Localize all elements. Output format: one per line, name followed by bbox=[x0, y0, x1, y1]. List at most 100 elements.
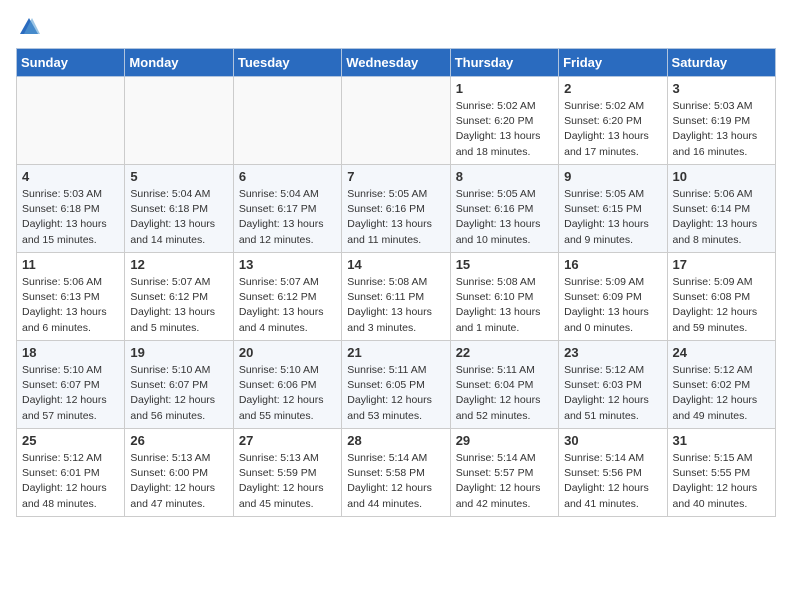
day-number: 14 bbox=[347, 257, 444, 272]
calendar-week-row: 18 Sunrise: 5:10 AMSunset: 6:07 PMDayligh… bbox=[17, 341, 776, 429]
weekday-header-sunday: Sunday bbox=[17, 49, 125, 77]
calendar-cell: 28 Sunrise: 5:14 AMSunset: 5:58 PMDayligh… bbox=[342, 429, 450, 517]
calendar-cell: 27 Sunrise: 5:13 AMSunset: 5:59 PMDayligh… bbox=[233, 429, 341, 517]
day-number: 7 bbox=[347, 169, 444, 184]
weekday-header-monday: Monday bbox=[125, 49, 233, 77]
day-number: 2 bbox=[564, 81, 661, 96]
day-info: Sunrise: 5:08 AMSunset: 6:11 PMDaylight:… bbox=[347, 275, 444, 336]
day-number: 5 bbox=[130, 169, 227, 184]
day-info: Sunrise: 5:03 AMSunset: 6:18 PMDaylight:… bbox=[22, 187, 119, 248]
day-info: Sunrise: 5:10 AMSunset: 6:07 PMDaylight:… bbox=[22, 363, 119, 424]
day-number: 9 bbox=[564, 169, 661, 184]
calendar-cell: 12 Sunrise: 5:07 AMSunset: 6:12 PMDayligh… bbox=[125, 253, 233, 341]
calendar-cell: 24 Sunrise: 5:12 AMSunset: 6:02 PMDayligh… bbox=[667, 341, 775, 429]
day-number: 16 bbox=[564, 257, 661, 272]
day-info: Sunrise: 5:12 AMSunset: 6:03 PMDaylight:… bbox=[564, 363, 661, 424]
day-info: Sunrise: 5:15 AMSunset: 5:55 PMDaylight:… bbox=[673, 451, 770, 512]
day-number: 26 bbox=[130, 433, 227, 448]
day-number: 10 bbox=[673, 169, 770, 184]
day-number: 17 bbox=[673, 257, 770, 272]
weekday-header-saturday: Saturday bbox=[667, 49, 775, 77]
calendar-cell bbox=[233, 77, 341, 165]
weekday-header-thursday: Thursday bbox=[450, 49, 558, 77]
weekday-header-tuesday: Tuesday bbox=[233, 49, 341, 77]
day-number: 15 bbox=[456, 257, 553, 272]
calendar-cell: 25 Sunrise: 5:12 AMSunset: 6:01 PMDayligh… bbox=[17, 429, 125, 517]
day-info: Sunrise: 5:12 AMSunset: 6:01 PMDaylight:… bbox=[22, 451, 119, 512]
day-number: 6 bbox=[239, 169, 336, 184]
day-info: Sunrise: 5:06 AMSunset: 6:13 PMDaylight:… bbox=[22, 275, 119, 336]
calendar-cell: 21 Sunrise: 5:11 AMSunset: 6:05 PMDayligh… bbox=[342, 341, 450, 429]
calendar-table: SundayMondayTuesdayWednesdayThursdayFrid… bbox=[16, 48, 776, 517]
weekday-header-row: SundayMondayTuesdayWednesdayThursdayFrid… bbox=[17, 49, 776, 77]
calendar-cell: 3Sunrise: 5:03 AMSunset: 6:19 PMDaylight… bbox=[667, 77, 775, 165]
day-number: 28 bbox=[347, 433, 444, 448]
day-info: Sunrise: 5:11 AMSunset: 6:05 PMDaylight:… bbox=[347, 363, 444, 424]
calendar-cell: 8Sunrise: 5:05 AMSunset: 6:16 PMDaylight… bbox=[450, 165, 558, 253]
day-info: Sunrise: 5:02 AMSunset: 6:20 PMDaylight:… bbox=[564, 99, 661, 160]
day-info: Sunrise: 5:05 AMSunset: 6:16 PMDaylight:… bbox=[347, 187, 444, 248]
calendar-cell: 1 Sunrise: 5:02 AMSunset: 6:20 PMDaylight… bbox=[450, 77, 558, 165]
day-number: 1 bbox=[456, 81, 553, 96]
calendar-cell: 18 Sunrise: 5:10 AMSunset: 6:07 PMDayligh… bbox=[17, 341, 125, 429]
day-info: Sunrise: 5:05 AMSunset: 6:16 PMDaylight:… bbox=[456, 187, 553, 248]
day-number: 4 bbox=[22, 169, 119, 184]
calendar-week-row: 11Sunrise: 5:06 AMSunset: 6:13 PMDayligh… bbox=[17, 253, 776, 341]
logo bbox=[16, 16, 40, 38]
calendar-cell: 15 Sunrise: 5:08 AMSunset: 6:10 PMDayligh… bbox=[450, 253, 558, 341]
day-number: 30 bbox=[564, 433, 661, 448]
day-number: 25 bbox=[22, 433, 119, 448]
day-info: Sunrise: 5:05 AMSunset: 6:15 PMDaylight:… bbox=[564, 187, 661, 248]
day-number: 18 bbox=[22, 345, 119, 360]
calendar-cell: 19 Sunrise: 5:10 AMSunset: 6:07 PMDayligh… bbox=[125, 341, 233, 429]
calendar-cell: 16 Sunrise: 5:09 AMSunset: 6:09 PMDayligh… bbox=[559, 253, 667, 341]
calendar-cell: 31 Sunrise: 5:15 AMSunset: 5:55 PMDayligh… bbox=[667, 429, 775, 517]
calendar-cell: 6 Sunrise: 5:04 AMSunset: 6:17 PMDaylight… bbox=[233, 165, 341, 253]
day-info: Sunrise: 5:10 AMSunset: 6:07 PMDaylight:… bbox=[130, 363, 227, 424]
calendar-cell: 22 Sunrise: 5:11 AMSunset: 6:04 PMDayligh… bbox=[450, 341, 558, 429]
day-info: Sunrise: 5:14 AMSunset: 5:58 PMDaylight:… bbox=[347, 451, 444, 512]
calendar-week-row: 4 Sunrise: 5:03 AMSunset: 6:18 PMDaylight… bbox=[17, 165, 776, 253]
calendar-cell: 30Sunrise: 5:14 AMSunset: 5:56 PMDayligh… bbox=[559, 429, 667, 517]
calendar-cell: 11Sunrise: 5:06 AMSunset: 6:13 PMDayligh… bbox=[17, 253, 125, 341]
day-info: Sunrise: 5:07 AMSunset: 6:12 PMDaylight:… bbox=[130, 275, 227, 336]
day-info: Sunrise: 5:03 AMSunset: 6:19 PMDaylight:… bbox=[673, 99, 770, 160]
day-info: Sunrise: 5:13 AMSunset: 6:00 PMDaylight:… bbox=[130, 451, 227, 512]
day-number: 21 bbox=[347, 345, 444, 360]
day-info: Sunrise: 5:07 AMSunset: 6:12 PMDaylight:… bbox=[239, 275, 336, 336]
day-number: 13 bbox=[239, 257, 336, 272]
calendar-cell bbox=[125, 77, 233, 165]
day-info: Sunrise: 5:06 AMSunset: 6:14 PMDaylight:… bbox=[673, 187, 770, 248]
calendar-cell: 13 Sunrise: 5:07 AMSunset: 6:12 PMDayligh… bbox=[233, 253, 341, 341]
day-info: Sunrise: 5:02 AMSunset: 6:20 PMDaylight:… bbox=[456, 99, 553, 160]
calendar-cell: 9 Sunrise: 5:05 AMSunset: 6:15 PMDaylight… bbox=[559, 165, 667, 253]
calendar-cell: 4 Sunrise: 5:03 AMSunset: 6:18 PMDaylight… bbox=[17, 165, 125, 253]
day-number: 27 bbox=[239, 433, 336, 448]
day-number: 31 bbox=[673, 433, 770, 448]
day-number: 12 bbox=[130, 257, 227, 272]
day-info: Sunrise: 5:13 AMSunset: 5:59 PMDaylight:… bbox=[239, 451, 336, 512]
day-number: 20 bbox=[239, 345, 336, 360]
day-info: Sunrise: 5:12 AMSunset: 6:02 PMDaylight:… bbox=[673, 363, 770, 424]
day-number: 19 bbox=[130, 345, 227, 360]
day-info: Sunrise: 5:09 AMSunset: 6:09 PMDaylight:… bbox=[564, 275, 661, 336]
day-info: Sunrise: 5:11 AMSunset: 6:04 PMDaylight:… bbox=[456, 363, 553, 424]
calendar-week-row: 25 Sunrise: 5:12 AMSunset: 6:01 PMDayligh… bbox=[17, 429, 776, 517]
logo-icon bbox=[18, 16, 40, 38]
calendar-cell: 2 Sunrise: 5:02 AMSunset: 6:20 PMDaylight… bbox=[559, 77, 667, 165]
calendar-cell: 7 Sunrise: 5:05 AMSunset: 6:16 PMDaylight… bbox=[342, 165, 450, 253]
calendar-cell: 29Sunrise: 5:14 AMSunset: 5:57 PMDayligh… bbox=[450, 429, 558, 517]
calendar-cell bbox=[342, 77, 450, 165]
calendar-cell: 23Sunrise: 5:12 AMSunset: 6:03 PMDayligh… bbox=[559, 341, 667, 429]
calendar-cell bbox=[17, 77, 125, 165]
calendar-cell: 5Sunrise: 5:04 AMSunset: 6:18 PMDaylight… bbox=[125, 165, 233, 253]
day-info: Sunrise: 5:04 AMSunset: 6:17 PMDaylight:… bbox=[239, 187, 336, 248]
calendar-cell: 17Sunrise: 5:09 AMSunset: 6:08 PMDayligh… bbox=[667, 253, 775, 341]
day-number: 24 bbox=[673, 345, 770, 360]
weekday-header-friday: Friday bbox=[559, 49, 667, 77]
calendar-week-row: 1 Sunrise: 5:02 AMSunset: 6:20 PMDaylight… bbox=[17, 77, 776, 165]
day-number: 22 bbox=[456, 345, 553, 360]
day-info: Sunrise: 5:14 AMSunset: 5:57 PMDaylight:… bbox=[456, 451, 553, 512]
calendar-cell: 10 Sunrise: 5:06 AMSunset: 6:14 PMDayligh… bbox=[667, 165, 775, 253]
day-info: Sunrise: 5:08 AMSunset: 6:10 PMDaylight:… bbox=[456, 275, 553, 336]
